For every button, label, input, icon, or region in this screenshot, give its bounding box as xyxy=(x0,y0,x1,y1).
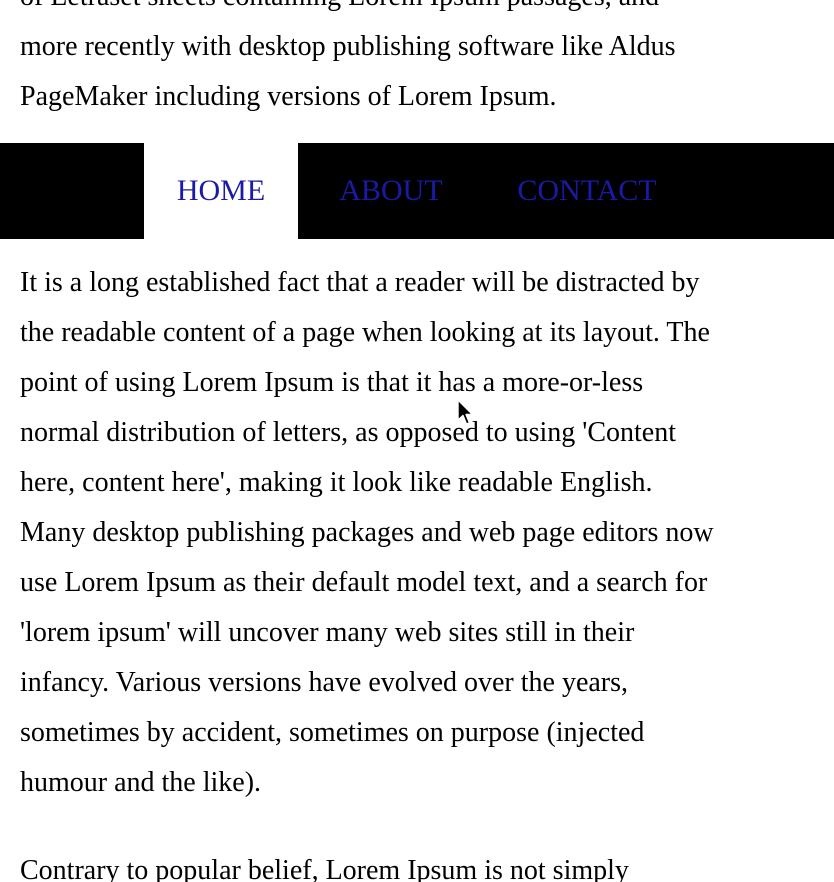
mouse-pointer-icon xyxy=(457,399,474,425)
main-paragraph: It is a long established fact that a rea… xyxy=(20,258,820,808)
paragraph-line: of Letraset sheets containing Lorem Ipsu… xyxy=(20,0,820,22)
nav-contact-link[interactable]: CONTACT xyxy=(498,143,676,239)
paragraph-line: Many desktop publishing packages and web… xyxy=(20,517,714,548)
paragraph-line: humour and the like). xyxy=(20,767,262,798)
paragraph-line: here, content here', making it look like… xyxy=(20,467,653,498)
intro-paragraph: of Letraset sheets containing Lorem Ipsu… xyxy=(20,0,820,122)
paragraph-line: It is a long established fact that a rea… xyxy=(20,267,700,298)
paragraph-line: the readable content of a page when look… xyxy=(20,317,710,348)
paragraph-line: 'lorem ipsum' will uncover many web site… xyxy=(20,617,635,648)
nav-about-link[interactable]: ABOUT xyxy=(318,143,464,239)
paragraph-line: Contrary to popular belief, Lorem Ipsum … xyxy=(20,855,629,882)
paragraph-line: sometimes by accident, sometimes on purp… xyxy=(20,717,645,748)
paragraph-line: more recently with desktop publishing so… xyxy=(20,31,676,62)
top-navigation-bar: HOME ABOUT CONTACT xyxy=(0,143,834,239)
paragraph-line: point of using Lorem Ipsum is that it ha… xyxy=(20,367,644,398)
paragraph-line: PageMaker including versions of Lorem Ip… xyxy=(20,81,557,112)
nav-home-link[interactable]: HOME xyxy=(144,143,298,239)
paragraph-line: infancy. Various versions have evolved o… xyxy=(20,667,629,698)
next-paragraph: Contrary to popular belief, Lorem Ipsum … xyxy=(20,846,820,882)
paragraph-line: normal distribution of letters, as oppos… xyxy=(20,417,676,448)
paragraph-line: use Lorem Ipsum as their default model t… xyxy=(20,567,708,598)
